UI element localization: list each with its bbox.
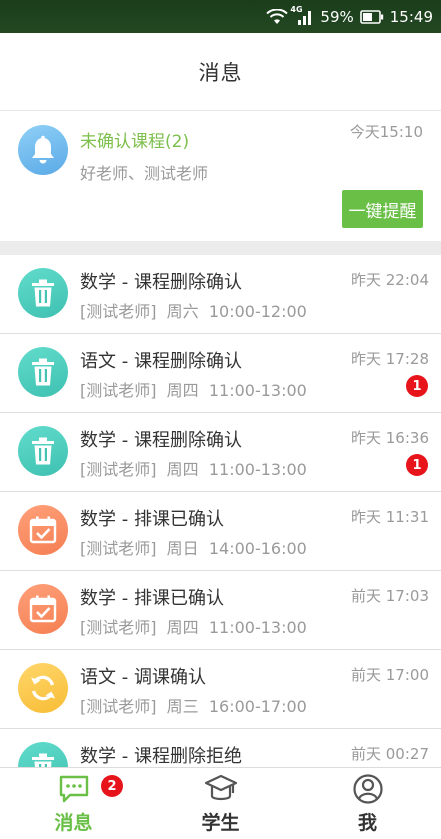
messages-badge: 2 — [101, 775, 123, 797]
message-title: 数学 - 课程删除拒绝 — [80, 746, 242, 767]
message-title: 语文 - 课程删除确认 — [80, 351, 242, 372]
trash-icon — [18, 347, 68, 397]
message-title: 数学 - 排课已确认 — [80, 588, 224, 609]
message-detail: [测试老师] 周六 10:00-12:00 — [80, 302, 307, 321]
message-title: 数学 - 课程删除确认 — [80, 272, 242, 293]
message-row[interactable]: 语文 - 课程删除确认 [测试老师] 周四 11:00-13:00 昨天 17:28… — [0, 334, 441, 413]
tab-messages-label: 消息 — [54, 812, 93, 834]
message-row[interactable]: 语文 - 调课确认 [测试老师] 周三 16:00-17:00 前天 17:00 — [0, 650, 441, 729]
unread-badge: 1 — [406, 454, 428, 476]
header: 消息 — [0, 33, 441, 111]
message-list[interactable]: 数学 - 课程删除确认 [测试老师] 周六 10:00-12:00 昨天 22:04… — [0, 255, 441, 767]
pending-time: 今天15:10 — [349, 123, 423, 141]
status-bar-right: 4G 59% 15:49 — [266, 0, 433, 33]
message-detail: [测试老师] 周三 16:00-17:00 — [80, 697, 307, 716]
page-title: 消息 — [198, 60, 243, 85]
battery-percent: 59% — [320, 7, 354, 26]
message-row[interactable]: 数学 - 课程删除确认 [测试老师] 周六 10:00-12:00 昨天 22:04 — [0, 255, 441, 334]
unread-badge: 1 — [406, 375, 428, 397]
tab-students[interactable]: 学生 — [147, 768, 294, 839]
tab-messages[interactable]: 消息 2 — [0, 768, 147, 839]
network-type: 4G — [290, 4, 303, 14]
message-detail: [测试老师] 周四 11:00-13:00 — [80, 618, 307, 637]
message-time: 前天 17:03 — [351, 587, 429, 605]
tab-students-label: 学生 — [201, 812, 240, 834]
bottom-tab-bar: 消息 2 学生 我 — [0, 767, 441, 839]
section-divider — [0, 241, 441, 255]
bell-icon — [18, 125, 68, 175]
tab-me[interactable]: 我 — [294, 768, 441, 839]
message-title: 数学 - 排课已确认 — [80, 509, 224, 530]
message-time: 前天 17:00 — [351, 666, 429, 684]
remind-all-button[interactable]: 一键提醒 — [342, 190, 423, 228]
trash-icon — [18, 742, 68, 767]
message-row[interactable]: 数学 - 排课已确认 [测试老师] 周日 14:00-16:00 昨天 11:31 — [0, 492, 441, 571]
clock: 15:49 — [389, 7, 433, 26]
pending-title: 未确认课程(2) — [80, 132, 190, 152]
calendar-check-icon — [18, 584, 68, 634]
battery-icon — [359, 9, 384, 24]
message-time: 昨天 17:28 — [351, 350, 429, 368]
trash-icon — [18, 268, 68, 318]
pending-courses-card[interactable]: 未确认课程(2) 好老师、测试老师 今天15:10 一键提醒 — [0, 111, 441, 241]
message-time: 昨天 16:36 — [351, 429, 429, 447]
message-title: 数学 - 课程删除确认 — [80, 430, 242, 451]
chat-icon — [58, 772, 90, 806]
calendar-check-icon — [18, 505, 68, 555]
wifi-icon — [266, 8, 289, 25]
message-detail: [测试老师] 周四 11:00-13:00 — [80, 381, 307, 400]
message-time: 前天 00:27 — [351, 745, 429, 763]
tab-me-label: 我 — [357, 812, 377, 834]
refresh-icon — [18, 663, 68, 713]
message-row[interactable]: 数学 - 课程删除拒绝 前天 00:27 — [0, 729, 441, 767]
trash-icon — [18, 426, 68, 476]
message-row[interactable]: 数学 - 课程删除确认 [测试老师] 周四 11:00-13:00 昨天 16:36… — [0, 413, 441, 492]
message-row[interactable]: 数学 - 排课已确认 [测试老师] 周四 11:00-13:00 前天 17:03 — [0, 571, 441, 650]
message-detail: [测试老师] 周日 14:00-16:00 — [80, 539, 307, 558]
graduation-cap-icon — [204, 772, 238, 806]
message-time: 昨天 22:04 — [351, 271, 429, 289]
message-detail: [测试老师] 周四 11:00-13:00 — [80, 460, 307, 479]
message-title: 语文 - 调课确认 — [80, 667, 206, 688]
pending-teachers: 好老师、测试老师 — [80, 164, 209, 183]
message-time: 昨天 11:31 — [351, 508, 429, 526]
user-icon — [352, 772, 384, 806]
signal-icon: 4G — [290, 5, 314, 25]
status-bar: 4G 59% 15:49 — [0, 0, 441, 33]
